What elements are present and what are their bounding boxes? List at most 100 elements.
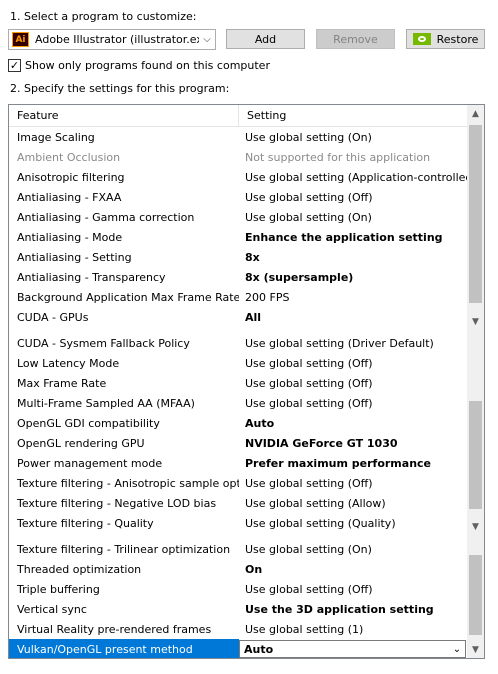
setting-cell[interactable]: Use global setting (On): [239, 131, 468, 144]
feature-cell: CUDA - Sysmem Fallback Policy: [17, 336, 190, 350]
table-row[interactable]: Virtual Reality pre-rendered frames Use g…: [9, 619, 468, 639]
setting-cell[interactable]: Auto: [239, 417, 468, 430]
feature-cell: Threaded optimization: [17, 562, 142, 576]
table-row[interactable]: Image Scaling Use global setting (On): [9, 127, 468, 147]
feature-cell: Low Latency Mode: [17, 356, 120, 370]
setting-cell[interactable]: All: [239, 311, 468, 324]
feature-cell: Texture filtering - Quality: [17, 516, 154, 530]
feature-cell: Background Application Max Frame Rate: [17, 290, 239, 304]
feature-cell: Texture filtering - Anisotropic sample o…: [17, 476, 239, 490]
chevron-down-icon: ⌵: [203, 34, 211, 45]
setting-cell[interactable]: Enhance the application setting: [239, 231, 468, 244]
scrollbar-thumb-lower[interactable]: [469, 401, 482, 509]
program-dropdown[interactable]: Ai Adobe Illustrator (illustrator.exe) ⌵: [8, 29, 216, 50]
step1-label: 1. Select a program to customize:: [10, 10, 197, 23]
setting-cell[interactable]: Use global setting (Allow): [239, 497, 468, 510]
table-row[interactable]: Anisotropic filtering Use global setting …: [9, 167, 468, 187]
feature-cell: Antialiasing - Setting: [17, 250, 132, 264]
feature-cell: Antialiasing - Transparency: [17, 270, 166, 284]
setting-cell[interactable]: Use global setting (Off): [239, 377, 468, 390]
setting-cell[interactable]: Use global setting (On): [239, 211, 468, 224]
feature-cell: Anisotropic filtering: [17, 170, 125, 184]
table-row[interactable]: Multi-Frame Sampled AA (MFAA) Use global …: [9, 393, 468, 413]
table-row[interactable]: Vulkan/OpenGL present method Auto ⌄: [9, 639, 468, 658]
table-row[interactable]: Power management mode Prefer maximum perf…: [9, 453, 468, 473]
table-row[interactable]: Triple buffering Use global setting (Off): [9, 579, 468, 599]
add-button[interactable]: Add: [226, 29, 305, 49]
feature-cell: Triple buffering: [17, 582, 100, 596]
table-row[interactable]: CUDA - GPUs All: [9, 307, 468, 327]
setting-cell[interactable]: Use global setting (Driver Default): [239, 337, 468, 350]
setting-cell[interactable]: Not supported for this application: [239, 151, 468, 164]
table-row[interactable]: Antialiasing - Setting 8x: [9, 247, 468, 267]
setting-cell[interactable]: Use global setting (Quality): [239, 517, 468, 530]
setting-cell[interactable]: NVIDIA GeForce GT 1030: [239, 437, 468, 450]
feature-cell: Power management mode: [17, 456, 163, 470]
table-row[interactable]: Antialiasing - Transparency 8x (supersamp…: [9, 267, 468, 287]
chevron-down-icon[interactable]: ⌄: [449, 644, 465, 655]
table-row[interactable]: Texture filtering - Anisotropic sample o…: [9, 473, 468, 493]
feature-cell: Max Frame Rate: [17, 376, 107, 390]
scrollbar-thumb[interactable]: [469, 125, 482, 303]
feature-cell: Antialiasing - FXAA: [17, 190, 122, 204]
feature-cell: OpenGL GDI compatibility: [17, 416, 160, 430]
column-header-feature[interactable]: Feature: [9, 105, 239, 126]
setting-cell[interactable]: Use global setting (Off): [239, 397, 468, 410]
step2-label: 2. Specify the settings for this program…: [10, 82, 230, 95]
table-row[interactable]: Threaded optimization On: [9, 559, 468, 579]
feature-cell: Texture filtering - Negative LOD bias: [17, 496, 217, 510]
setting-cell[interactable]: Use global setting (Off): [239, 191, 468, 204]
table-row[interactable]: Ambient Occlusion Not supported for this …: [9, 147, 468, 167]
show-only-programs-label: Show only programs found on this compute…: [25, 59, 270, 72]
setting-cell[interactable]: On: [239, 563, 468, 576]
table-row[interactable]: Vertical sync Use the 3D application sett…: [9, 599, 468, 619]
table-row[interactable]: Background Application Max Frame Rate 200…: [9, 287, 468, 307]
grid-header: Feature Setting: [9, 105, 468, 127]
table-row[interactable]: OpenGL rendering GPU NVIDIA GeForce GT 10…: [9, 433, 468, 453]
table-row[interactable]: Texture filtering - Trilinear optimizati…: [9, 539, 468, 559]
setting-dropdown[interactable]: Auto ⌄: [239, 640, 466, 658]
show-only-programs-checkbox[interactable]: ✓ Show only programs found on this compu…: [8, 59, 270, 72]
remove-button: Remove: [316, 29, 395, 49]
vertical-scrollbar[interactable]: ▲ ▼ ▼ ▼: [467, 105, 484, 658]
scrollbar-thumb-bottom[interactable]: [469, 555, 482, 635]
scroll-down-icon[interactable]: ▼: [467, 518, 484, 535]
table-row[interactable]: CUDA - Sysmem Fallback Policy Use global …: [9, 333, 468, 353]
feature-cell: CUDA - GPUs: [17, 310, 89, 324]
setting-cell[interactable]: Use global setting (On): [239, 543, 468, 556]
feature-cell: Ambient Occlusion: [17, 150, 121, 164]
setting-cell[interactable]: Use global setting (Off): [239, 477, 468, 490]
feature-cell: Image Scaling: [17, 130, 95, 144]
setting-cell[interactable]: Use global setting (1): [239, 623, 468, 636]
column-header-setting[interactable]: Setting: [239, 105, 468, 126]
nvidia-icon: [412, 33, 431, 45]
restore-button[interactable]: Restore: [406, 29, 485, 49]
table-row[interactable]: Low Latency Mode Use global setting (Off): [9, 353, 468, 373]
table-row[interactable]: Antialiasing - Gamma correction Use globa…: [9, 207, 468, 227]
setting-cell[interactable]: 8x: [239, 251, 468, 264]
setting-cell[interactable]: 200 FPS: [239, 291, 468, 304]
illustrator-icon: Ai: [12, 32, 29, 47]
checkmark-icon[interactable]: ✓: [8, 59, 21, 72]
setting-cell[interactable]: Use global setting (Off): [239, 583, 468, 596]
setting-cell[interactable]: Use global setting (Application-controll…: [239, 171, 468, 184]
feature-cell: Texture filtering - Trilinear optimizati…: [17, 542, 231, 556]
setting-cell[interactable]: Use the 3D application setting: [239, 603, 468, 616]
table-row[interactable]: Texture filtering - Negative LOD bias Use…: [9, 493, 468, 513]
scroll-up-icon[interactable]: ▲: [467, 105, 484, 122]
table-row[interactable]: Antialiasing - FXAA Use global setting (O…: [9, 187, 468, 207]
settings-grid[interactable]: Feature Setting Image Scaling Use global …: [8, 104, 485, 659]
scroll-down-icon[interactable]: ▼: [467, 313, 484, 330]
setting-cell[interactable]: 8x (supersample): [239, 271, 468, 284]
setting-dropdown-value: Auto: [244, 642, 274, 656]
setting-cell[interactable]: Prefer maximum performance: [239, 457, 468, 470]
program-dropdown-value: Adobe Illustrator (illustrator.exe): [35, 33, 199, 46]
feature-cell: OpenGL rendering GPU: [17, 436, 145, 450]
table-row[interactable]: Antialiasing - Mode Enhance the applicati…: [9, 227, 468, 247]
setting-cell[interactable]: Use global setting (Off): [239, 357, 468, 370]
table-row[interactable]: Max Frame Rate Use global setting (Off): [9, 373, 468, 393]
scroll-down-icon[interactable]: ▼: [467, 641, 484, 658]
settings-rows: Image Scaling Use global setting (On) Ambi…: [9, 127, 468, 658]
table-row[interactable]: OpenGL GDI compatibility Auto: [9, 413, 468, 433]
table-row[interactable]: Texture filtering - Quality Use global se…: [9, 513, 468, 533]
